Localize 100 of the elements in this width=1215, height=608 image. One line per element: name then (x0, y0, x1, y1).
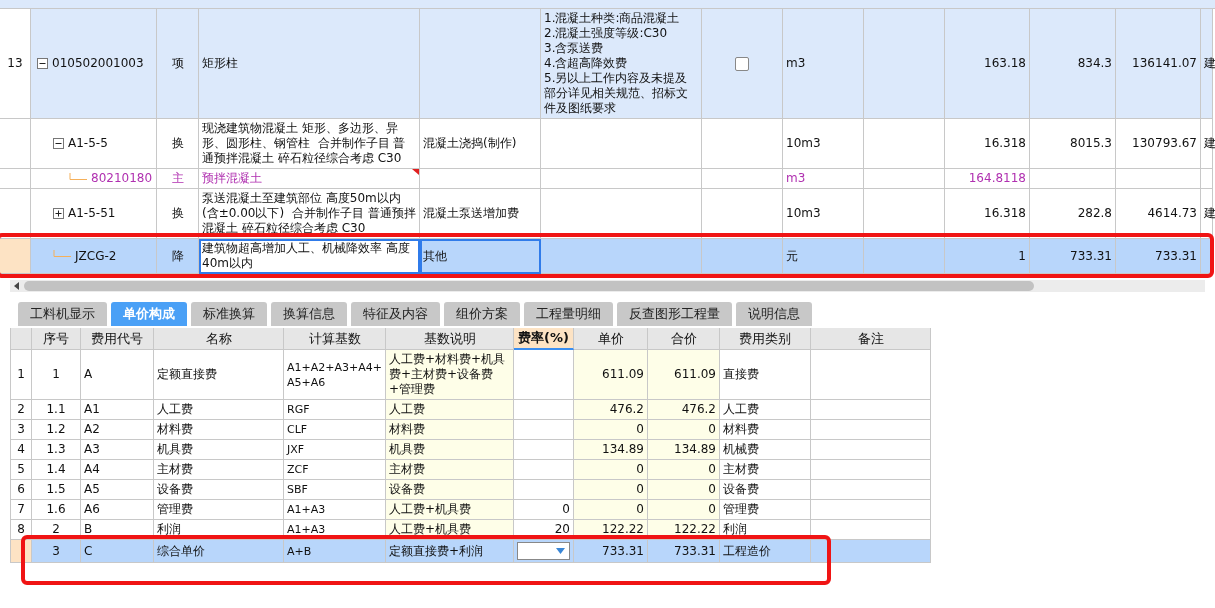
collapse-icon[interactable] (37, 58, 48, 69)
unit-price: 733.31 (1030, 239, 1116, 274)
column-header[interactable]: 单价 (574, 328, 648, 350)
row-number: 5 (11, 460, 32, 480)
fee-code: A1 (81, 400, 154, 420)
tab[interactable]: 标准换算 (191, 302, 267, 326)
unit-price: 134.89 (574, 440, 648, 460)
item-code: A1-5-5 (68, 136, 108, 151)
calculation-base: JXF (284, 440, 386, 460)
total-price: 134.89 (648, 440, 720, 460)
horizontal-scrollbar[interactable] (10, 280, 1205, 292)
table-cell: 其他 (420, 239, 541, 274)
base-description: 人工费+材料费+机具费+主材费+设备费+管理费 (386, 350, 514, 400)
item-name: 矩形柱 (202, 56, 238, 71)
quantity: 16.318 (945, 189, 1030, 239)
unit: 10m3 (783, 119, 864, 169)
base-description: 设备费 (386, 480, 514, 500)
expand-icon[interactable] (53, 208, 64, 219)
fee-name: 设备费 (154, 480, 284, 500)
base-description: 人工费+机具费 (386, 500, 514, 520)
unit: m3 (783, 9, 864, 119)
fee-category: 人工费 (720, 400, 811, 420)
unit-price: 0 (574, 500, 648, 520)
tab[interactable]: 反查图形工程量 (617, 302, 732, 326)
tab[interactable]: 特征及内容 (351, 302, 440, 326)
tab[interactable]: 组价方案 (444, 302, 520, 326)
item-code: 010502001003 (52, 56, 144, 71)
row-number: 6 (11, 480, 32, 500)
feature-line: 2.混凝土强度等级:C30 (544, 26, 668, 41)
row-number: 7 (11, 500, 32, 520)
column-header[interactable]: 费用代号 (81, 328, 154, 350)
column-header[interactable]: 合价 (648, 328, 720, 350)
feature-line: 1.混凝土种类:商品混凝土 (544, 11, 680, 26)
table-cell (514, 480, 574, 500)
table-cell: 建 (1201, 189, 1213, 239)
item-name: 现浇建筑物混凝土 矩形、多边形、异形、圆形柱、钢管柱 合并制作子目 普通预拌混凝土 碎石粒径综合考虑 C30 (202, 121, 407, 166)
column-header[interactable]: 计算基数 (284, 328, 386, 350)
unit-price: 834.3 (1030, 9, 1116, 119)
unit-price: 476.2 (574, 400, 648, 420)
total-price: 136141.07 (1116, 9, 1201, 119)
column-header[interactable]: 名称 (154, 328, 284, 350)
sequence-number: 3 (32, 540, 81, 563)
item-type: 换 (157, 189, 199, 239)
calculation-base: A1+A2+A3+A4+A5+A6 (284, 350, 386, 400)
tab[interactable]: 说明信息 (736, 302, 812, 326)
fee-category: 直接费 (720, 350, 811, 400)
tab[interactable]: 工程量明细 (524, 302, 613, 326)
calculation-base: CLF (284, 420, 386, 440)
fee-code: A (81, 350, 154, 400)
fee-name: 管理费 (154, 500, 284, 520)
unit: m3 (783, 169, 864, 189)
quantity: 1 (945, 239, 1030, 274)
calculation-base: A1+A3 (284, 500, 386, 520)
item-code: 80210180 (91, 171, 153, 186)
sequence-number: 1.6 (32, 500, 81, 520)
base-description: 机具费 (386, 440, 514, 460)
fee-name: 材料费 (154, 420, 284, 440)
row-number: 2 (11, 400, 32, 420)
item-type: 主 (157, 169, 199, 189)
total-price: 476.2 (648, 400, 720, 420)
scrollbar-thumb[interactable] (24, 281, 1034, 291)
fee-category: 设备费 (720, 480, 811, 500)
column-header[interactable]: 基数说明 (386, 328, 514, 350)
table-cell (514, 440, 574, 460)
column-header[interactable]: 序号 (32, 328, 81, 350)
base-description: 主材费 (386, 460, 514, 480)
fee-category: 主材费 (720, 460, 811, 480)
scroll-left-icon[interactable] (13, 281, 21, 291)
table-cell: 混凝土泵送增加费 (420, 189, 541, 239)
calculation-base: ZCF (284, 460, 386, 480)
fee-code: A6 (81, 500, 154, 520)
tab[interactable]: 换算信息 (271, 302, 347, 326)
fee-code: A2 (81, 420, 154, 440)
fee-name: 人工费 (154, 400, 284, 420)
row-number: 8 (11, 520, 32, 540)
column-header[interactable]: 费率(%) (514, 328, 574, 350)
item-type: 项 (157, 9, 199, 119)
item-name: 预拌混凝土 (202, 171, 262, 186)
column-header[interactable]: 费用类别 (720, 328, 811, 350)
total-price: 0 (648, 420, 720, 440)
fee-name: 主材费 (154, 460, 284, 480)
total-price: 733.31 (1116, 239, 1201, 274)
checkbox[interactable] (735, 56, 749, 71)
quantity: 164.8118 (945, 169, 1030, 189)
row-number: 1 (11, 350, 32, 400)
total-price: 130793.67 (1116, 119, 1201, 169)
row-number: 4 (11, 440, 32, 460)
column-header[interactable]: 备注 (811, 328, 931, 350)
collapse-icon[interactable] (53, 138, 64, 149)
feature-line: 5.另以上工作内容及未提及部分详见相关规范、招标文件及图纸要求 (544, 71, 689, 116)
fee-code: A3 (81, 440, 154, 460)
fee-code: A4 (81, 460, 154, 480)
row-number: 3 (11, 420, 32, 440)
sequence-number: 1.2 (32, 420, 81, 440)
item-name: 建筑物超高增加人工、机械降效率 高度40m以内 (202, 241, 411, 271)
calculation-base: A+B (284, 540, 386, 563)
row-number: 13 (0, 9, 31, 119)
tab[interactable]: 工料机显示 (18, 302, 107, 326)
total-price: 0 (648, 460, 720, 480)
base-description: 人工费 (386, 400, 514, 420)
